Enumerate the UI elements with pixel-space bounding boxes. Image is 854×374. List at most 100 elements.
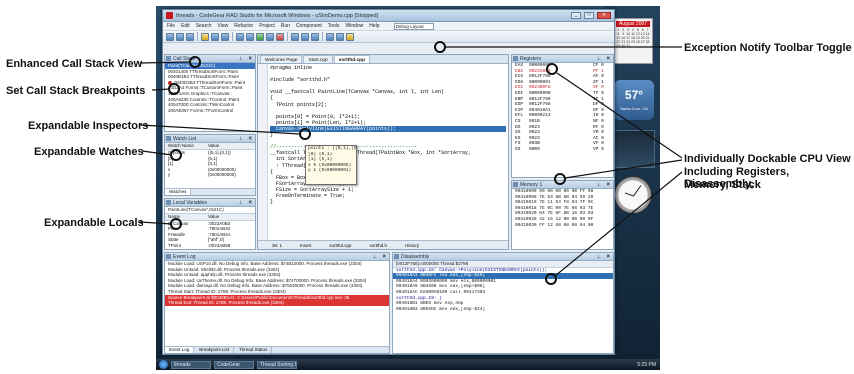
- local-variable-row[interactable]: TPoint:0023AB58: [165, 243, 255, 249]
- forward-icon[interactable]: [336, 32, 344, 41]
- register-row[interactable]: GS 0000 VP 0: [512, 147, 613, 153]
- taskbar-item[interactable]: CodeGear: [214, 360, 254, 369]
- new-icon[interactable]: [166, 32, 174, 41]
- toolbar-separator: [232, 32, 233, 41]
- menu-edit[interactable]: Edit: [181, 23, 190, 29]
- event-log-tab[interactable]: Thread Status: [235, 347, 273, 353]
- weather-location: Santa Cruz, CA: [620, 106, 648, 111]
- call-stack-frame-text: 4004700D Controls::TWinControl: [168, 102, 235, 108]
- menu-help[interactable]: Help: [369, 23, 379, 29]
- copy-icon[interactable]: [211, 32, 219, 41]
- callout-cpu-view-line1: Individually Dockable CPU View: [684, 153, 851, 165]
- cut-icon[interactable]: [201, 32, 209, 41]
- disassembly-pane: Disassembly ⊥ × [0012F768]=0000000 Threa…: [392, 252, 614, 354]
- menu-project[interactable]: Project: [259, 23, 275, 29]
- breakpoint-icon[interactable]: [168, 80, 172, 85]
- menu-view[interactable]: View: [218, 23, 229, 29]
- close-icon[interactable]: ×: [606, 253, 610, 261]
- calendar-day[interactable]: 31: [626, 44, 631, 48]
- pin-icon[interactable]: ⊥: [597, 181, 601, 189]
- call-stack-row[interactable]: 400AE067 Forms::TFormControl: [165, 108, 255, 114]
- locals-frame-select[interactable]: PaintLine(TCanvas*,0x21C): [165, 207, 255, 214]
- editor-gutter[interactable]: [258, 64, 268, 240]
- taskbar-item[interactable]: Thread Sorting Demo: [257, 360, 297, 369]
- step-over-icon[interactable]: [291, 32, 299, 41]
- editor-tab[interactable]: sortthd.cpp: [333, 55, 371, 63]
- pin-icon[interactable]: ⊥: [239, 135, 243, 143]
- registers-title: Registers ⊥ ×: [512, 55, 613, 63]
- call-stack-list: Paint(TCanvas*,0x21C) 00401405 TThreadSor…: [165, 63, 255, 113]
- calendar-day[interactable]: 28: [645, 40, 650, 44]
- call-stack-frame-text: 4D071A0A Graphics::TCanvas::: [168, 90, 232, 96]
- event-log-tab[interactable]: Event Log: [165, 347, 195, 353]
- inspector-row[interactable]: points : {{0,1},{5,1}}: [306, 146, 356, 152]
- close-icon[interactable]: ×: [248, 199, 252, 207]
- project-icon[interactable]: [236, 32, 244, 41]
- inspector-popup[interactable]: points : {{0,1},{5,1}}[0] {0,1}[1] {5,1}…: [305, 145, 357, 185]
- event-log-row[interactable]: Module Load: USP10.dll. No Debug Info. B…: [165, 261, 389, 267]
- pin-icon[interactable]: ⊥: [239, 199, 243, 207]
- watch-list-rows: ⊟ points {{5,1},{0,1}} [0] {5,1} [1] {0,1} …: [165, 150, 255, 178]
- taskbar-clock: 5:25 PM: [637, 361, 656, 368]
- event-log-row[interactable]: Thread Exit: Thread ID: 2788. Process th…: [165, 300, 389, 306]
- event-log-pane: Event Log ⊥ × Module Load: USP10.dll. No…: [164, 252, 390, 354]
- pin-icon[interactable]: ⊥: [597, 55, 601, 63]
- start-button[interactable]: [159, 360, 168, 369]
- disassembly-header: [0012F768]=0000000 Thread $2788: [393, 261, 613, 268]
- maximize-button[interactable]: □: [584, 12, 594, 19]
- close-icon[interactable]: ×: [248, 135, 252, 143]
- pin-icon[interactable]: ⊥: [239, 55, 243, 63]
- close-icon[interactable]: ×: [382, 253, 386, 261]
- menu-refactor[interactable]: Refactor: [234, 23, 253, 29]
- code-line[interactable]: }: [270, 199, 506, 205]
- pin-icon[interactable]: ⊥: [373, 253, 377, 261]
- open-icon[interactable]: [176, 32, 184, 41]
- pin-icon[interactable]: ⊥: [597, 253, 601, 261]
- watch-row[interactable]: y (0x00000000): [165, 172, 255, 178]
- event-log-tab[interactable]: Breakpoint List: [195, 347, 235, 353]
- minimize-button[interactable]: _: [571, 12, 581, 19]
- event-log-tabs: Event Log Breakpoint List Thread Status: [165, 346, 389, 353]
- menu-search[interactable]: Search: [196, 23, 212, 29]
- pause-icon[interactable]: [266, 32, 274, 41]
- editor-tab[interactable]: Start.cpp: [303, 55, 333, 63]
- editor-tab[interactable]: Welcome Page: [260, 55, 303, 63]
- code-editor[interactable]: Welcome Page Start.cpp sortthd.cpp #pragma…: [257, 54, 509, 250]
- editor-status-item: sortthd.h: [369, 243, 388, 248]
- weather-temperature: 57°: [624, 88, 644, 102]
- menu-tools[interactable]: Tools: [328, 23, 340, 29]
- menu-window[interactable]: Window: [345, 23, 363, 29]
- paste-icon[interactable]: [221, 32, 229, 41]
- inspector-row[interactable]: y 1 (0x00000001): [306, 168, 356, 174]
- ide-title-bar[interactable]: threads - CodeGear RAD Studio for Micros…: [163, 10, 614, 22]
- feed-gadget[interactable]: [611, 130, 655, 168]
- taskbar-item[interactable]: threads: [171, 360, 211, 369]
- close-icon[interactable]: ×: [606, 181, 610, 189]
- desktop-layout-select[interactable]: Debug Layout: [393, 22, 434, 30]
- stop-icon[interactable]: [276, 32, 284, 41]
- save-icon[interactable]: [186, 32, 194, 41]
- locals-header: Name Value: [165, 213, 255, 221]
- menu-file[interactable]: File: [167, 23, 175, 29]
- build-icon[interactable]: [246, 32, 254, 41]
- run-icon[interactable]: [256, 32, 264, 41]
- menu-component[interactable]: Component: [296, 23, 322, 29]
- exception-notify-toggle-icon[interactable]: [346, 32, 354, 41]
- back-icon[interactable]: [326, 32, 334, 41]
- run-to-cursor-icon[interactable]: [311, 32, 319, 41]
- weather-gadget[interactable]: 57° Santa Cruz, CA: [614, 80, 654, 120]
- ide-window-title: threads - CodeGear RAD Studio for Micros…: [176, 12, 379, 19]
- close-icon[interactable]: ×: [606, 55, 610, 63]
- calendar-gadget[interactable]: August 2007 1 2 3 4 5 6 7 8 9 10 11 12 13 14 15 16 17 18 1…: [613, 18, 653, 64]
- call-stack-frame-text: Paint(TCanvas*,0x21C): [168, 63, 216, 68]
- register-name: GS: [515, 146, 521, 152]
- disassembly-row[interactable]: 004018B3 8B55DC mov edx,[ebp-$24]: [393, 307, 613, 313]
- trace-into-icon[interactable]: [301, 32, 309, 41]
- close-button[interactable]: ✕: [597, 12, 611, 19]
- close-icon[interactable]: ×: [248, 55, 252, 63]
- menu-run[interactable]: Run: [281, 23, 290, 29]
- tab-watches[interactable]: Watches: [165, 189, 192, 195]
- call-stack-frame-text: 40D2A4 Forms::TCustomForm::Paint: [168, 85, 243, 91]
- memory-row[interactable]: 00410030 FF 12 88 88 88 04 00: [512, 223, 613, 229]
- ide-window: threads - CodeGear RAD Studio for Micros…: [162, 9, 615, 355]
